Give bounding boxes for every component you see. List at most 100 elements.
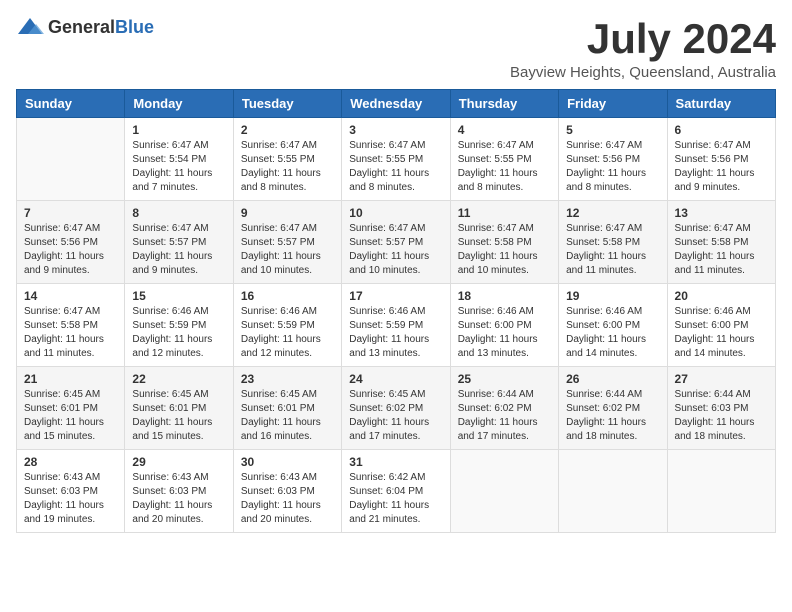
cell-text-line: Sunrise: 6:45 AM — [24, 388, 117, 402]
cell-text-line: Daylight: 11 hours and 13 minutes. — [458, 333, 551, 361]
calendar-cell: 16 Sunrise: 6:46 AMSunset: 5:59 PMDayligh… — [233, 284, 341, 367]
cell-text-line: Daylight: 11 hours and 12 minutes. — [241, 333, 334, 361]
calendar-cell — [667, 450, 775, 533]
day-number: 29 — [132, 455, 225, 469]
calendar-week-row: 1Sunrise: 6:47 AMSunset: 5:54 PMDaylight… — [17, 118, 776, 201]
cell-text-line: Sunset: 5:57 PM — [132, 236, 225, 250]
cell-text-line: Sunset: 6:04 PM — [349, 485, 442, 499]
cell-text-line: Sunset: 5:59 PM — [241, 319, 334, 333]
cell-text-line: Sunrise: 6:46 AM — [458, 305, 551, 319]
page-header: GeneralBlue July 2024 Bayview Heights, Q… — [16, 16, 776, 81]
cell-text-line: Daylight: 11 hours and 11 minutes. — [24, 333, 117, 361]
cell-text-line: Sunrise: 6:47 AM — [458, 139, 551, 153]
cell-text-line: Sunrise: 6:44 AM — [566, 388, 659, 402]
cell-text-line: Sunset: 5:56 PM — [24, 236, 117, 250]
day-number: 31 — [349, 455, 442, 469]
day-number: 21 — [24, 372, 117, 386]
day-number: 16 — [241, 289, 334, 303]
cell-text-line: Daylight: 11 hours and 9 minutes. — [132, 250, 225, 278]
cell-text-line: Sunset: 6:02 PM — [458, 402, 551, 416]
day-number: 4 — [458, 123, 551, 137]
calendar-cell: 29Sunrise: 6:43 AMSunset: 6:03 PMDayligh… — [125, 450, 233, 533]
calendar-cell: 9Sunrise: 6:47 AMSunset: 5:57 PMDaylight… — [233, 201, 341, 284]
cell-text-line: Sunrise: 6:47 AM — [24, 222, 117, 236]
cell-text-line: Daylight: 11 hours and 9 minutes. — [675, 167, 768, 195]
calendar-cell: 27Sunrise: 6:44 AMSunset: 6:03 PMDayligh… — [667, 367, 775, 450]
cell-text-line: Sunrise: 6:43 AM — [132, 471, 225, 485]
weekday-header-cell: Wednesday — [342, 90, 450, 118]
location-subtitle: Bayview Heights, Queensland, Australia — [510, 64, 776, 81]
calendar-cell: 21 Sunrise: 6:45 AMSunset: 6:01 PMDayligh… — [17, 367, 125, 450]
calendar-body: 1Sunrise: 6:47 AMSunset: 5:54 PMDaylight… — [17, 118, 776, 533]
day-number: 14 — [24, 289, 117, 303]
cell-text-line: Sunrise: 6:47 AM — [132, 222, 225, 236]
cell-text-line: Sunset: 6:01 PM — [24, 402, 117, 416]
month-title: July 2024 — [510, 16, 776, 62]
calendar-cell: 20Sunrise: 6:46 AMSunset: 6:00 PMDayligh… — [667, 284, 775, 367]
day-number: 26 — [566, 372, 659, 386]
cell-text-line: Sunset: 6:00 PM — [458, 319, 551, 333]
calendar-cell: 4Sunrise: 6:47 AMSunset: 5:55 PMDaylight… — [450, 118, 558, 201]
day-number: 3 — [349, 123, 442, 137]
cell-text-line: Sunset: 5:59 PM — [132, 319, 225, 333]
calendar-cell — [559, 450, 667, 533]
weekday-header-cell: Friday — [559, 90, 667, 118]
cell-text-line: Sunrise: 6:45 AM — [241, 388, 334, 402]
cell-text-line: Sunset: 6:01 PM — [241, 402, 334, 416]
calendar-cell: 1Sunrise: 6:47 AMSunset: 5:54 PMDaylight… — [125, 118, 233, 201]
cell-text-line: Sunset: 5:57 PM — [349, 236, 442, 250]
cell-text-line: Sunset: 5:55 PM — [458, 153, 551, 167]
day-number: 19 — [566, 289, 659, 303]
day-number: 10 — [349, 206, 442, 220]
day-number: 23 — [241, 372, 334, 386]
day-number: 13 — [675, 206, 768, 220]
title-block: July 2024 Bayview Heights, Queensland, A… — [510, 16, 776, 81]
cell-text-line: Sunset: 5:58 PM — [566, 236, 659, 250]
logo-general-text: General — [48, 17, 115, 37]
weekday-header-cell: Tuesday — [233, 90, 341, 118]
day-number: 12 — [566, 206, 659, 220]
cell-text-line: Sunrise: 6:46 AM — [675, 305, 768, 319]
cell-text-line: Sunrise: 6:46 AM — [566, 305, 659, 319]
cell-text-line: Daylight: 11 hours and 7 minutes. — [132, 167, 225, 195]
day-number: 22 — [132, 372, 225, 386]
day-number: 5 — [566, 123, 659, 137]
cell-text-line: Sunset: 5:56 PM — [675, 153, 768, 167]
calendar-cell: 30Sunrise: 6:43 AMSunset: 6:03 PMDayligh… — [233, 450, 341, 533]
calendar-week-row: 14Sunrise: 6:47 AMSunset: 5:58 PMDayligh… — [17, 284, 776, 367]
cell-text-line: Sunrise: 6:43 AM — [24, 471, 117, 485]
cell-text-line: Daylight: 11 hours and 15 minutes. — [24, 416, 117, 444]
cell-text-line: Sunrise: 6:45 AM — [132, 388, 225, 402]
cell-text-line: Sunset: 6:03 PM — [132, 485, 225, 499]
day-number: 6 — [675, 123, 768, 137]
weekday-header-row: SundayMondayTuesdayWednesdayThursdayFrid… — [17, 90, 776, 118]
day-number: 28 — [24, 455, 117, 469]
day-number: 9 — [241, 206, 334, 220]
calendar-cell: 26Sunrise: 6:44 AMSunset: 6:02 PMDayligh… — [559, 367, 667, 450]
cell-text-line: Sunrise: 6:46 AM — [132, 305, 225, 319]
cell-text-line: Sunset: 5:56 PM — [566, 153, 659, 167]
cell-text-line: Sunrise: 6:43 AM — [241, 471, 334, 485]
logo-blue-text: Blue — [115, 17, 154, 37]
calendar-cell: 15Sunrise: 6:46 AMSunset: 5:59 PMDayligh… — [125, 284, 233, 367]
calendar-cell — [17, 118, 125, 201]
cell-text-line: Daylight: 11 hours and 17 minutes. — [458, 416, 551, 444]
calendar-cell: 11Sunrise: 6:47 AMSunset: 5:58 PMDayligh… — [450, 201, 558, 284]
weekday-header-cell: Sunday — [17, 90, 125, 118]
day-number: 1 — [132, 123, 225, 137]
calendar-cell: 23Sunrise: 6:45 AMSunset: 6:01 PMDayligh… — [233, 367, 341, 450]
cell-text-line: Sunrise: 6:47 AM — [566, 139, 659, 153]
day-number: 27 — [675, 372, 768, 386]
cell-text-line: Daylight: 11 hours and 8 minutes. — [241, 167, 334, 195]
calendar-cell: 8Sunrise: 6:47 AMSunset: 5:57 PMDaylight… — [125, 201, 233, 284]
calendar-cell: 31Sunrise: 6:42 AMSunset: 6:04 PMDayligh… — [342, 450, 450, 533]
calendar-week-row: 28Sunrise: 6:43 AMSunset: 6:03 PMDayligh… — [17, 450, 776, 533]
cell-text-line: Sunrise: 6:46 AM — [241, 305, 334, 319]
cell-text-line: Sunset: 5:58 PM — [24, 319, 117, 333]
calendar-cell: 19Sunrise: 6:46 AMSunset: 6:00 PMDayligh… — [559, 284, 667, 367]
calendar-cell: 5Sunrise: 6:47 AMSunset: 5:56 PMDaylight… — [559, 118, 667, 201]
calendar-cell: 18Sunrise: 6:46 AMSunset: 6:00 PMDayligh… — [450, 284, 558, 367]
cell-text-line: Sunset: 5:55 PM — [241, 153, 334, 167]
day-number: 15 — [132, 289, 225, 303]
calendar-cell: 7Sunrise: 6:47 AMSunset: 5:56 PMDaylight… — [17, 201, 125, 284]
